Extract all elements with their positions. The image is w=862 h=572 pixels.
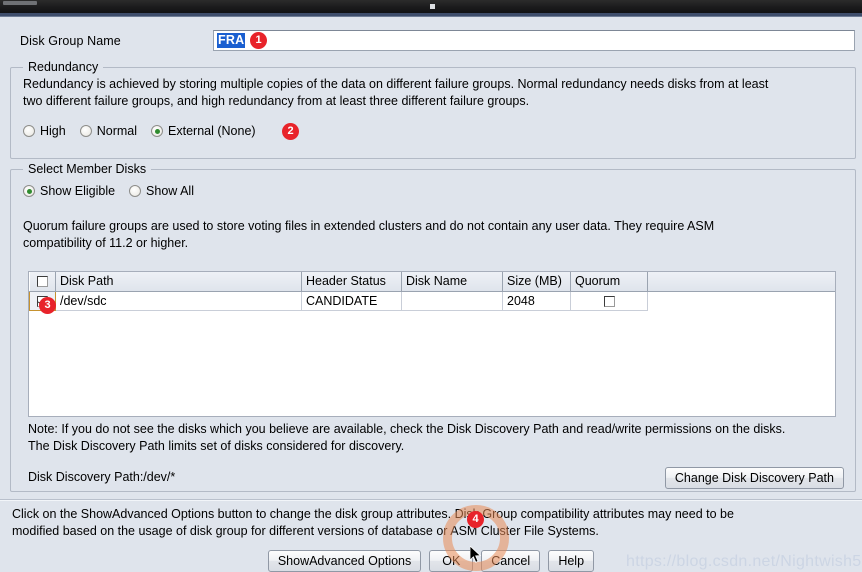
disks-availability-note: Note: If you do not see the disks which … bbox=[28, 421, 838, 455]
disk-group-name-row: Disk Group Name FRA bbox=[0, 30, 862, 54]
redundancy-description-line1: Redundancy is achieved by storing multip… bbox=[23, 77, 769, 91]
redundancy-option-external[interactable]: External (None) bbox=[151, 124, 256, 138]
column-header-disk-path[interactable]: Disk Path bbox=[55, 272, 302, 292]
redundancy-groupbox: Redundancy Redundancy is achieved by sto… bbox=[10, 60, 856, 159]
column-header-filler bbox=[647, 272, 835, 292]
disk-filter-show-eligible-label: Show Eligible bbox=[40, 184, 116, 198]
step-badge-4: 4 bbox=[467, 511, 484, 528]
disk-discovery-path-label: Disk Discovery Path:/dev/* bbox=[28, 470, 176, 484]
disk-group-name-label: Disk Group Name bbox=[20, 34, 121, 48]
select-member-disks-legend: Select Member Disks bbox=[23, 162, 152, 176]
disk-filter-show-all[interactable]: Show All bbox=[129, 184, 194, 198]
step-badge-2: 2 bbox=[282, 123, 299, 140]
radio-icon-show-eligible bbox=[23, 185, 35, 197]
cell-header-status: CANDIDATE bbox=[301, 291, 402, 311]
footer-help-text: Click on the ShowAdvanced Options button… bbox=[12, 506, 852, 540]
cell-size-mb: 2048 bbox=[502, 291, 571, 311]
footer-divider bbox=[0, 499, 862, 501]
watermark-text: https://blog.csdn.net/Nightwish5 bbox=[626, 553, 862, 570]
title-bar-center-dot bbox=[430, 4, 435, 9]
change-disk-discovery-path-button[interactable]: Change Disk Discovery Path bbox=[664, 467, 844, 489]
quorum-checkbox-icon[interactable] bbox=[603, 295, 615, 307]
disks-table-select-all-header[interactable] bbox=[29, 272, 56, 292]
window-title-bar bbox=[0, 0, 862, 13]
quorum-note: Quorum failure groups are used to store … bbox=[23, 218, 843, 252]
redundancy-legend: Redundancy bbox=[23, 60, 104, 74]
cell-disk-path: /dev/sdc bbox=[55, 291, 302, 311]
radio-icon-high bbox=[23, 125, 35, 137]
cancel-button[interactable]: Cancel bbox=[481, 550, 541, 572]
quorum-note-line2: compatibility of 11.2 or higher. bbox=[23, 236, 189, 250]
radio-icon-normal bbox=[79, 125, 92, 137]
disks-table-container[interactable]: Disk Path Header Status Disk Name Size (… bbox=[28, 271, 836, 417]
quorum-note-line1: Quorum failure groups are used to store … bbox=[23, 219, 715, 233]
column-header-quorum[interactable]: Quorum bbox=[570, 272, 648, 292]
column-header-disk-name[interactable]: Disk Name bbox=[401, 272, 503, 292]
disk-filter-show-eligible[interactable]: Show Eligible bbox=[23, 184, 115, 198]
table-row[interactable]: /dev/sdc CANDIDATE 2048 bbox=[29, 290, 835, 311]
select-all-checkbox-icon[interactable] bbox=[36, 276, 48, 288]
disks-table-header-row: Disk Path Header Status Disk Name Size (… bbox=[29, 272, 835, 292]
redundancy-option-external-label: External (None) bbox=[168, 124, 256, 138]
footer-help-text-line2: modified based on the usage of disk grou… bbox=[12, 524, 599, 538]
title-bar-left-marker bbox=[3, 1, 37, 5]
cell-quorum[interactable] bbox=[570, 291, 648, 311]
step-badge-3: 3 bbox=[39, 297, 56, 314]
disk-group-name-value: FRA bbox=[217, 33, 246, 48]
disks-availability-note-line2: The Disk Discovery Path limits set of di… bbox=[28, 439, 405, 453]
redundancy-description: Redundancy is achieved by storing multip… bbox=[23, 76, 843, 110]
redundancy-option-normal-label: Normal bbox=[96, 124, 138, 138]
redundancy-option-normal[interactable]: Normal bbox=[79, 124, 138, 138]
column-header-size-mb[interactable]: Size (MB) bbox=[502, 272, 571, 292]
radio-icon-show-all bbox=[129, 185, 142, 197]
ok-button[interactable]: OK bbox=[429, 550, 474, 572]
help-button[interactable]: Help bbox=[548, 550, 595, 572]
redundancy-option-high[interactable]: High bbox=[23, 124, 66, 138]
disk-filter-show-all-label: Show All bbox=[146, 184, 194, 198]
redundancy-description-line2: two different failure groups, and high r… bbox=[23, 94, 530, 108]
disks-availability-note-line1: Note: If you do not see the disks which … bbox=[28, 422, 786, 436]
cell-disk-name bbox=[401, 291, 503, 311]
column-header-header-status[interactable]: Header Status bbox=[301, 272, 402, 292]
disks-table: Disk Path Header Status Disk Name Size (… bbox=[29, 272, 835, 311]
show-advanced-options-button[interactable]: ShowAdvanced Options bbox=[267, 550, 422, 572]
redundancy-radio-group: High Normal External (None) bbox=[23, 124, 270, 138]
asm-create-disk-group-dialog: Disk Group Name FRA Redundancy Redundanc… bbox=[0, 0, 862, 572]
redundancy-option-high-label: High bbox=[40, 124, 66, 138]
radio-icon-external bbox=[151, 125, 164, 137]
dialog-body: Disk Group Name FRA Redundancy Redundanc… bbox=[0, 17, 862, 572]
footer-help-text-line1: Click on the ShowAdvanced Options button… bbox=[12, 507, 734, 521]
cell-filler bbox=[647, 291, 835, 310]
disk-group-name-input[interactable]: FRA bbox=[213, 30, 855, 51]
disk-filter-radio-group: Show Eligible Show All bbox=[23, 184, 208, 198]
step-badge-1: 1 bbox=[250, 32, 267, 49]
